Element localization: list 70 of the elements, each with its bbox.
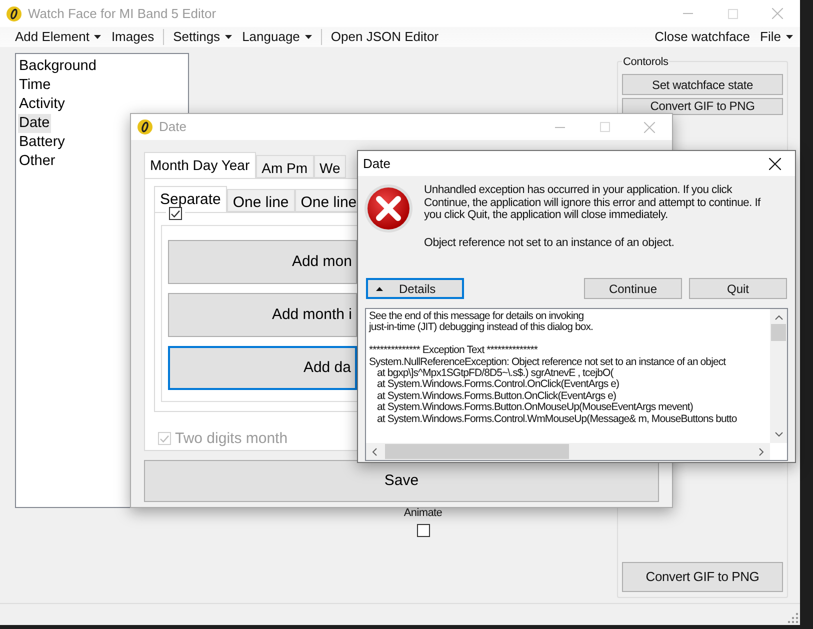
list-item[interactable]: Date (18, 114, 51, 133)
list-item[interactable]: Background (18, 57, 98, 76)
scroll-down-icon[interactable] (774, 432, 782, 438)
details-line: ************** Exception Text ************** (369, 345, 539, 357)
scroll-left-icon[interactable] (372, 448, 377, 456)
close-icon (644, 122, 655, 132)
caret-icon (304, 35, 312, 39)
window-title: Date (159, 118, 186, 136)
animate-checkbox[interactable] (416, 524, 430, 537)
tab[interactable]: Am Pm (256, 155, 314, 178)
save-button[interactable]: Save (144, 460, 659, 502)
details-line: at System.Windows.Forms.Control.WmMouseUp(Message& m, MouseButtons butto (376, 414, 738, 426)
details-line: at System.Windows.Forms.Button.OnMouseUp(MouseEventArgs mevent) (376, 402, 694, 414)
details-line: at bgxp\]s^Mpx1SGtpFD/8D5~\.s$.) sgrAtnevE , tcejbO( (377, 368, 614, 380)
dialog-button[interactable]: Quit (689, 278, 787, 300)
collapse-arrow-icon (376, 286, 383, 291)
menu-item[interactable]: File (755, 27, 798, 47)
caret-icon (94, 35, 102, 39)
window-title: Date (363, 154, 390, 173)
animate-label: Animate (404, 506, 442, 520)
scroll-up-icon[interactable] (774, 315, 782, 320)
list-item[interactable]: Other (18, 152, 56, 171)
menu-item[interactable]: Close watchface (650, 27, 756, 47)
add-button[interactable]: Add month i (168, 293, 357, 337)
details-line: at System.Windows.Forms.Button.OnClick(EventArgs e) (376, 390, 616, 402)
horizontal-scrollbar[interactable] (366, 443, 770, 460)
list-item[interactable]: Activity (18, 95, 66, 114)
app-logo-icon (137, 119, 153, 135)
app-logo-icon (6, 6, 22, 22)
close-icon (769, 158, 781, 170)
maximize-icon (600, 122, 610, 132)
minimize-icon (682, 13, 692, 14)
scroll-thumb[interactable] (771, 324, 786, 342)
details-line: just-in-time (JIT) debugging instead of this dialog box. (369, 322, 594, 334)
close-icon (772, 8, 783, 19)
tab[interactable]: One line (226, 189, 295, 212)
list-item[interactable]: Time (18, 76, 52, 95)
menu-item[interactable]: Open JSON Editor (326, 27, 444, 47)
error-icon (364, 184, 413, 233)
menu-item[interactable]: Language (237, 27, 317, 47)
resize-grip-icon[interactable] (788, 613, 798, 623)
scroll-right-icon[interactable] (759, 448, 764, 456)
group-checkbox[interactable] (169, 207, 182, 220)
convert-button[interactable]: Convert GIF to PNG (622, 562, 783, 592)
add-button[interactable]: Add mon (168, 240, 357, 284)
maximize-icon (728, 8, 738, 18)
caret-icon (225, 35, 232, 39)
details-button[interactable]: Details (366, 278, 464, 300)
list-item[interactable]: Battery (18, 133, 66, 152)
menu-item[interactable]: Images (106, 27, 160, 47)
minimize-icon (554, 126, 564, 128)
details-line: See the end of this message for details on invoking (369, 311, 584, 322)
add-button[interactable]: Add da (168, 346, 357, 390)
convert-button[interactable]: Convert GIF to PNG (622, 98, 783, 115)
scroll-thumb[interactable] (385, 444, 569, 460)
window-title: Watch Face for MI Band 5 Editor (28, 4, 216, 23)
menu-item[interactable]: Settings (168, 27, 238, 47)
caret-icon (786, 35, 793, 39)
tab[interactable]: We (314, 155, 346, 178)
vertical-scrollbar[interactable] (770, 309, 787, 444)
error-message: Unhandled exception has occurred in your application. If you click Continue, the application will ignore this error and attempt to continue. If you click Quit, the application will close immediately. (424, 184, 762, 222)
details-line: at System.Windows.Forms.Control.OnClick(EventArgs e) (376, 379, 620, 391)
details-line: System.NullReferenceException: Object reference not set to an instance of an object (369, 356, 727, 368)
state-button[interactable]: Set watchface state (622, 74, 783, 95)
checkbox-label: Two digits month (175, 428, 288, 448)
tab[interactable]: Month Day Year (144, 152, 256, 178)
menu-item[interactable]: Add Element (10, 27, 106, 47)
tab[interactable]: Separate (154, 186, 227, 212)
error-text: Object reference not set to an instance of an object. (424, 236, 676, 251)
dialog-button[interactable]: Continue (584, 278, 682, 300)
